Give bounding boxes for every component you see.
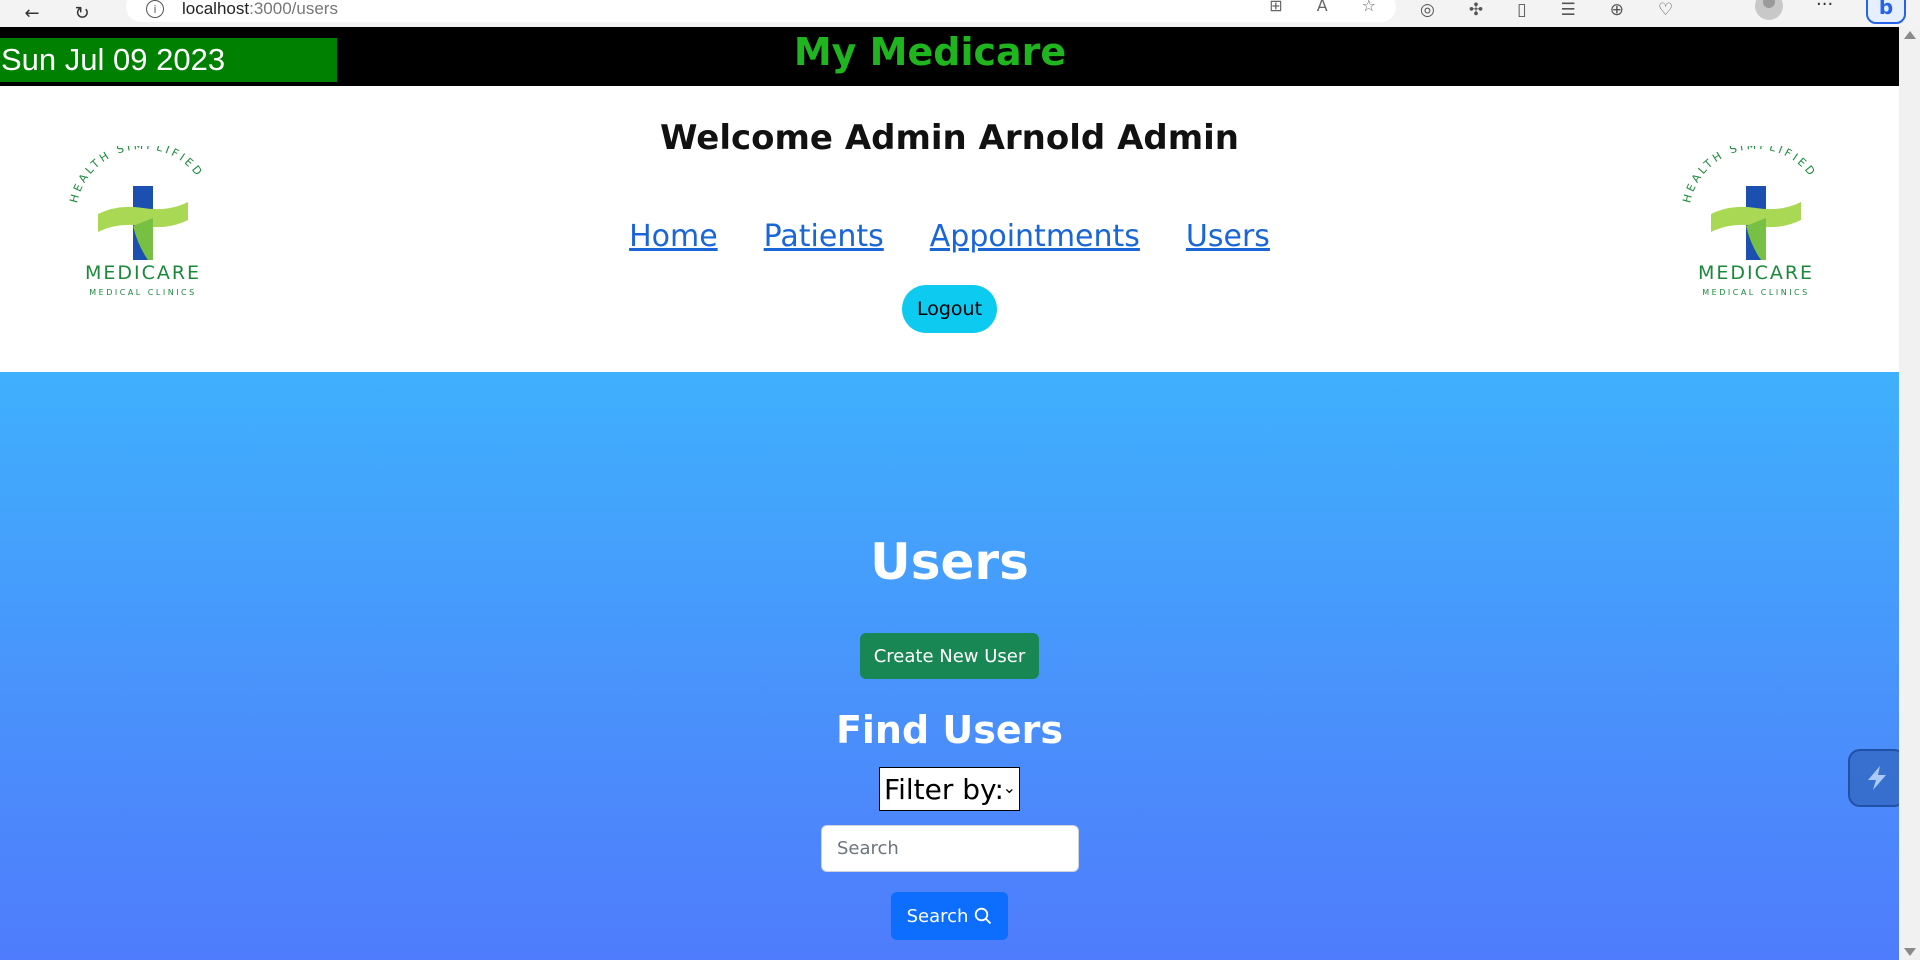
logout-button[interactable]: Logout [902, 285, 997, 333]
collections-icon[interactable]: ⊕ [1610, 0, 1624, 20]
logo-subtitle: MEDICAL CLINICS [89, 288, 197, 297]
url-path: :3000/users [249, 0, 338, 18]
site-info-icon[interactable]: i [146, 0, 164, 18]
users-section: Users Create New User Find Users Filter … [0, 372, 1899, 960]
lightning-icon [1868, 766, 1886, 790]
back-icon[interactable]: ← [18, 3, 46, 25]
address-bar[interactable]: i localhost:3000/users ⊞ A ☆ [126, 0, 1396, 22]
scroll-down-arrow-icon[interactable] [1904, 948, 1916, 956]
find-users-heading: Find Users [835, 708, 1064, 752]
favorites-list-icon[interactable]: ☰ [1560, 0, 1575, 20]
split-screen-icon[interactable]: ▯ [1517, 0, 1526, 20]
logo-name: MEDICARE [84, 262, 202, 284]
more-menu-icon[interactable]: ··· [1816, 0, 1833, 15]
url-host: localhost [182, 0, 250, 18]
performance-icon[interactable]: ♡ [1658, 0, 1673, 20]
favorite-star-icon[interactable]: ☆ [1362, 0, 1376, 15]
scroll-up-arrow-icon[interactable] [1904, 31, 1916, 39]
search-button-label: Search [906, 905, 969, 927]
page-header: HEALTH SIMPLIFIED MEDICARE MEDICAL CLINI… [0, 86, 1899, 372]
create-new-user-button[interactable]: Create New User [860, 633, 1039, 679]
reload-icon[interactable]: ↻ [68, 3, 96, 25]
read-aloud-icon[interactable]: A [1317, 0, 1328, 15]
site-brand-title: My Medicare [793, 30, 1067, 74]
main-nav: Home Patients Appointments Users [0, 219, 1899, 254]
filter-select[interactable]: Filter by: ⌄ [879, 767, 1020, 811]
cross-logo-icon: HEALTH SIMPLIFIED [1680, 139, 1816, 260]
floating-assistant-button[interactable] [1848, 749, 1899, 807]
search-icon [975, 907, 992, 925]
filter-selected-value: Filter by: [884, 772, 1004, 806]
nav-link-users[interactable]: Users [1186, 219, 1270, 254]
nav-link-appointments[interactable]: Appointments [930, 219, 1140, 254]
welcome-heading: Welcome Admin Arnold Admin [659, 118, 1240, 158]
search-button[interactable]: Search [891, 892, 1008, 940]
page-viewport: Sun Jul 09 2023 10:59:57 My Medicare HEA… [0, 27, 1899, 960]
search-input[interactable]: Search [821, 825, 1079, 872]
medicare-logo-right: HEALTH SIMPLIFIED MEDICARE MEDICAL CLINI… [1671, 139, 1841, 316]
app-available-icon[interactable]: ⊞ [1269, 0, 1282, 15]
nav-link-home[interactable]: Home [629, 219, 718, 254]
vertical-scrollbar[interactable] [1899, 27, 1920, 960]
chevron-down-icon: ⌄ [1002, 778, 1016, 797]
address-url[interactable]: localhost:3000/users [182, 0, 338, 19]
logo-name: MEDICARE [1697, 262, 1815, 284]
search-placeholder: Search [837, 838, 899, 859]
browser-toolbar: ← ↻ i localhost:3000/users ⊞ A ☆ ◎ ✣ ▯ ☰… [0, 0, 1920, 27]
tracking-icon[interactable]: ◎ [1420, 0, 1435, 20]
top-banner: Sun Jul 09 2023 10:59:57 My Medicare [0, 27, 1899, 121]
page-title: Users [870, 533, 1029, 591]
logo-subtitle: MEDICAL CLINICS [1702, 288, 1810, 297]
bing-chat-icon[interactable]: b [1866, 0, 1906, 24]
profile-avatar[interactable] [1755, 0, 1783, 20]
nav-link-patients[interactable]: Patients [764, 219, 884, 254]
extensions-icon[interactable]: ✣ [1469, 0, 1483, 20]
